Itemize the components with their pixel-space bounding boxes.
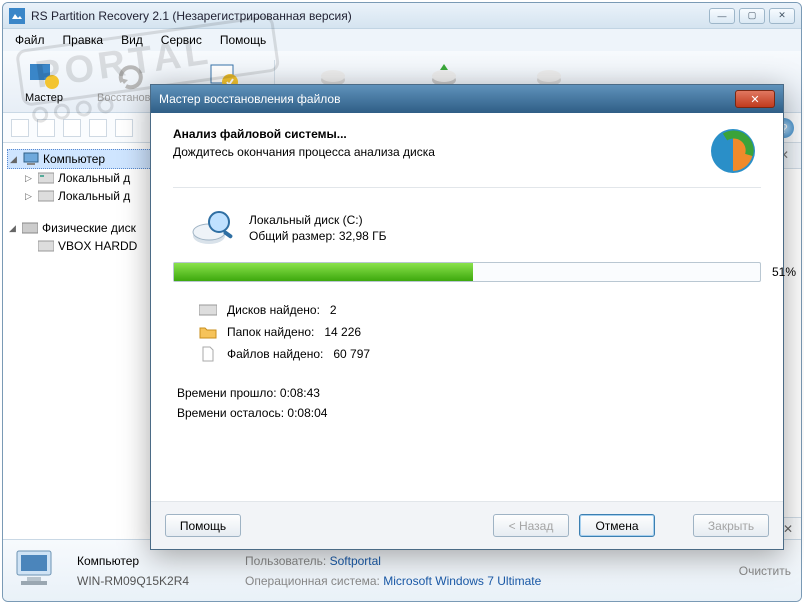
brand-icon — [705, 127, 761, 175]
back-button[interactable]: < Назад — [493, 514, 569, 537]
menu-edit[interactable]: Правка — [55, 31, 112, 49]
computer-icon — [23, 152, 39, 166]
menu-service[interactable]: Сервис — [153, 31, 210, 49]
progress-percent: 51% — [772, 265, 796, 279]
footer-user: Softportal — [330, 554, 381, 568]
dialog-title: Мастер восстановления файлов — [159, 92, 340, 106]
folder-icon — [199, 324, 217, 340]
window-title: RS Partition Recovery 2.1 (Незарегистрир… — [31, 9, 352, 23]
magnifier-disk-icon — [191, 208, 235, 248]
cancel-button[interactable]: Отмена — [579, 514, 655, 537]
elapsed-time: 0:08:43 — [280, 386, 320, 400]
folders-found: 14 226 — [324, 325, 361, 339]
subtool-btn-4[interactable] — [89, 119, 107, 137]
footer-host: WIN-RM09Q15K2R4 — [77, 574, 189, 588]
wizard-button[interactable]: Мастер — [9, 58, 79, 106]
close-window-button[interactable]: ✕ — [769, 8, 795, 24]
subtool-btn-5[interactable] — [115, 119, 133, 137]
dialog-titlebar[interactable]: Мастер восстановления файлов ✕ — [151, 85, 783, 113]
drive-icon — [38, 190, 54, 202]
tree-physical[interactable]: ◢ Физические диск — [7, 219, 152, 237]
minimize-button[interactable]: — — [709, 8, 735, 24]
file-icon — [199, 346, 217, 362]
disks-icon — [199, 302, 217, 318]
tree-vbox[interactable]: VBOX HARDD — [7, 237, 152, 255]
disks-found: 2 — [330, 303, 337, 317]
tree-local-c[interactable]: ▷ Локальный д — [7, 169, 152, 187]
tree-sidebar: ◢ Компьютер ▷ Локальный д ▷ Локальный д … — [3, 143, 157, 539]
maximize-button[interactable]: ▢ — [739, 8, 765, 24]
dialog-close-button[interactable]: ✕ — [735, 90, 775, 108]
disk-size: 32,98 ГБ — [339, 229, 387, 243]
clear-link[interactable]: Очистить — [739, 564, 791, 578]
progress-fill — [174, 263, 473, 281]
remaining-time: 0:08:04 — [287, 406, 327, 420]
app-icon — [9, 8, 25, 24]
subtool-btn-3[interactable] — [63, 119, 81, 137]
computer-large-icon — [13, 549, 61, 593]
subtool-btn-1[interactable] — [11, 119, 29, 137]
menu-file[interactable]: Файл — [7, 31, 53, 49]
dialog-buttons: Помощь < Назад Отмена Закрыть — [151, 501, 783, 549]
dialog-heading: Анализ файловой системы... — [173, 127, 347, 141]
menu-help[interactable]: Помощь — [212, 31, 274, 49]
hdd-icon — [22, 222, 38, 234]
disk-name: Локальный диск (C:) — [249, 213, 387, 227]
hdd-icon — [38, 240, 54, 252]
footer-os: Microsoft Windows 7 Ultimate — [383, 574, 541, 588]
recovery-wizard-dialog: Мастер восстановления файлов ✕ Анализ фа… — [150, 84, 784, 550]
progress-bar: 51% — [173, 262, 761, 282]
close-button[interactable]: Закрыть — [693, 514, 769, 537]
tree-computer[interactable]: ◢ Компьютер — [7, 149, 152, 169]
menu-view[interactable]: Вид — [113, 31, 151, 49]
help-button[interactable]: Помощь — [165, 514, 241, 537]
panel-close-icon[interactable]: ✕ — [783, 522, 793, 536]
recover-icon — [116, 60, 148, 92]
files-found: 60 797 — [333, 347, 370, 361]
wizard-icon — [28, 60, 60, 92]
tree-local-d[interactable]: ▷ Локальный д — [7, 187, 152, 205]
subtool-btn-2[interactable] — [37, 119, 55, 137]
titlebar[interactable]: RS Partition Recovery 2.1 (Незарегистрир… — [3, 3, 801, 29]
menubar: Файл Правка Вид Сервис Помощь — [3, 29, 801, 51]
drive-icon — [38, 172, 54, 184]
footer-computer: Компьютер — [77, 554, 189, 568]
dialog-subheading: Дождитесь окончания процесса анализа дис… — [173, 145, 435, 159]
